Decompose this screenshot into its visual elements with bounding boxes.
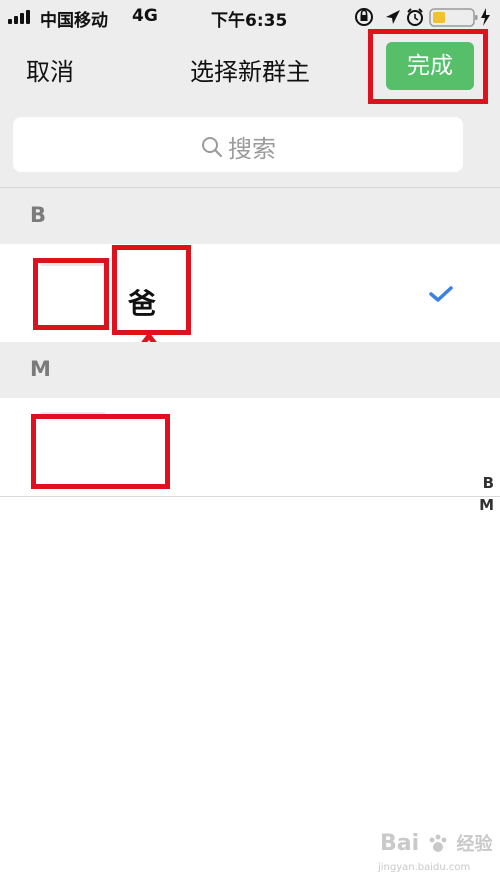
search-icon — [202, 136, 223, 157]
section-header-m: M — [0, 342, 500, 398]
watermark-brand: Bai — [380, 831, 420, 856]
search-placeholder: 搜索 — [228, 135, 276, 163]
status-time: 下午6:35 — [211, 11, 288, 31]
index-letter-m[interactable]: M — [479, 496, 494, 514]
watermark-logo: Bai 经验 jingyan.baidu.com — [328, 826, 498, 884]
index-letter-b[interactable]: B — [483, 474, 494, 492]
annotation-box-avatar — [33, 258, 109, 330]
search-content: 搜索 — [13, 129, 463, 164]
paw-icon — [429, 834, 447, 852]
annotation-box-done — [368, 29, 488, 104]
section-letter: M — [30, 357, 51, 381]
status-icon-group — [355, 8, 490, 27]
check-icon — [429, 286, 453, 302]
section-letter: B — [30, 203, 47, 227]
alarm-icon — [407, 8, 423, 26]
carrier-name: 中国移动 — [40, 11, 108, 31]
network-type: 4G — [132, 6, 158, 26]
annotation-box-name — [112, 245, 191, 335]
annotation-box-contact — [31, 414, 170, 489]
divider — [0, 496, 500, 497]
status-icons — [354, 6, 494, 28]
battery-icon — [429, 8, 478, 27]
rotation-lock-icon — [355, 8, 373, 26]
watermark-domain: jingyan.baidu.com — [378, 862, 471, 873]
location-icon — [386, 10, 400, 24]
charging-bolt-icon — [481, 8, 490, 26]
signal-strength-icon — [8, 10, 36, 24]
watermark-suffix: 经验 — [456, 834, 493, 855]
section-header-b: B — [0, 188, 500, 244]
search-bar[interactable]: 搜索 — [13, 117, 463, 172]
